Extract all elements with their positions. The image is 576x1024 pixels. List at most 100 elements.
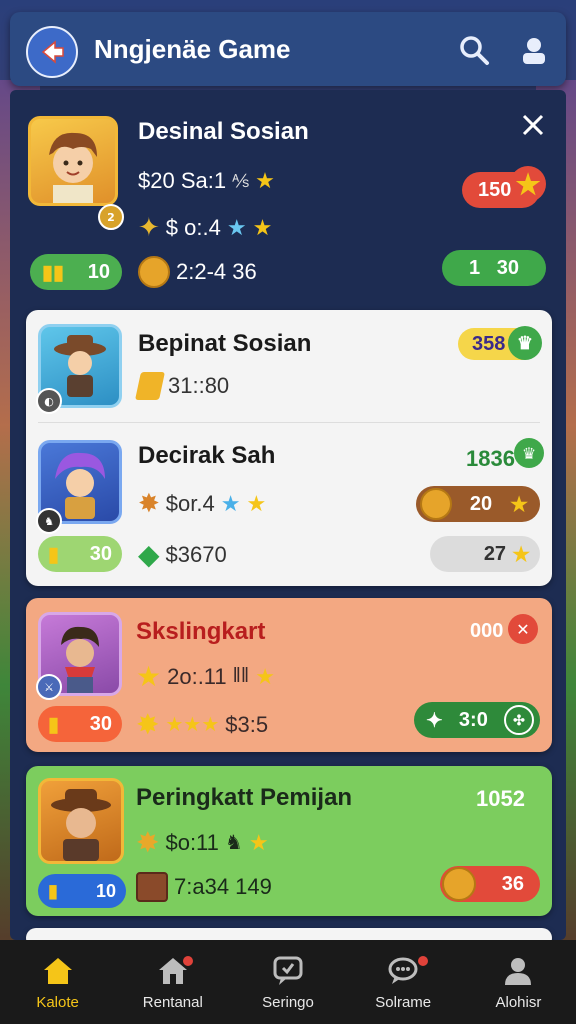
score-badge: 150 ★ xyxy=(462,166,546,208)
user-icon xyxy=(505,957,532,985)
pill-value: 3:0 xyxy=(458,708,488,731)
coin-pill: 36 xyxy=(440,866,540,902)
bars-icon: ▮ xyxy=(48,880,58,901)
nav-item-rentanal[interactable]: Rentanal xyxy=(115,940,230,1024)
stat-line-1: ★ 2o:.11 ǁǁ ★ xyxy=(136,660,275,693)
coin-icon xyxy=(442,867,476,901)
stat-value: $20 Sa:1 xyxy=(138,168,227,193)
star-icon: ★ xyxy=(255,168,275,193)
stat-value: 7:a34 149 xyxy=(174,874,272,899)
list-item[interactable]: ♞ Decirak Sah ✸ $or.4 ★ ★ ◆ $3670 ▮ 30 1… xyxy=(26,422,552,586)
stat-value: $3670 xyxy=(165,541,227,567)
badge-icon: ✸ xyxy=(136,827,160,858)
score-value: 150 xyxy=(478,178,512,201)
star-icon: ★ xyxy=(512,543,530,566)
pill-value: 10 xyxy=(95,880,116,901)
stat-value: 2:2-4 36 xyxy=(176,259,257,284)
gem-icon xyxy=(135,372,165,400)
blue-star-icon: ★ xyxy=(226,214,247,240)
message-icon xyxy=(388,957,418,984)
player-list-card: ◐ Bepinat Sosian 31::80 358 ♛ ♞ Decirak … xyxy=(26,310,552,586)
player-name: Skslingkart xyxy=(136,618,266,645)
target-icon: ✣ xyxy=(503,705,534,735)
list-item[interactable]: ◐ Bepinat Sosian 31::80 358 ♛ xyxy=(26,310,552,422)
player-name: Peringkatt Pemijan xyxy=(136,784,353,811)
close-button[interactable] xyxy=(520,112,546,142)
stat-line-2: ✦ $ o:.4 ★ ★ xyxy=(138,212,272,243)
search-icon xyxy=(460,36,489,65)
blue-star-icon: ★ xyxy=(220,490,241,516)
bars-icon: ▮ xyxy=(48,713,60,736)
sparkle-icon: ✦ xyxy=(426,709,443,732)
pill-value: 1 30 xyxy=(468,256,520,279)
rank-badge-icon: ♞ xyxy=(36,508,62,534)
user-icon xyxy=(523,38,545,64)
nav-label: Alohisr xyxy=(495,993,542,1011)
pill-value: 20 xyxy=(469,492,493,515)
stat-line-2: ◆ $3670 xyxy=(138,538,227,571)
pill-value: 36 xyxy=(501,872,524,895)
score-value: 1836 xyxy=(466,446,515,471)
emerald-icon: ◆ xyxy=(138,539,160,570)
pill-value: 27 xyxy=(483,542,507,565)
rank-pill: 1 30 xyxy=(442,250,546,286)
rank-pill: 27 ★ xyxy=(430,536,540,572)
notification-dot xyxy=(181,954,196,968)
stat-line-1: ✸ $o:11 ♞ ★ xyxy=(136,826,269,859)
figure-icon: ♞ xyxy=(224,832,243,854)
coin-pill: 20 ★ xyxy=(416,486,540,522)
stat-value: $ o:.4 xyxy=(165,214,221,240)
nav-label: Solrame xyxy=(375,993,432,1011)
star-icon: ★ xyxy=(248,829,269,855)
star-icon: ★ xyxy=(255,663,275,689)
boy-avatar-icon xyxy=(49,132,97,203)
progress-pill: ▮ 30 xyxy=(38,706,122,742)
bars-icon: ▮▮ xyxy=(42,261,65,284)
score-value: 1052 xyxy=(476,786,525,811)
rank-icon: ⅍ xyxy=(232,170,250,191)
score-value: 000 xyxy=(470,620,504,642)
nav-item-seringo[interactable]: Seringo xyxy=(230,940,345,1024)
stat-line-1: $20 Sa:1 ⅍ ★ xyxy=(138,168,275,194)
level-pill: ▮ 10 xyxy=(38,874,126,908)
nav-item-alohisr[interactable]: Alohisr xyxy=(461,940,576,1024)
pill-value: 30 xyxy=(89,542,112,565)
nav-item-solrame[interactable]: Solrame xyxy=(346,940,461,1024)
stat-line-2: 7:a34 149 xyxy=(136,872,272,902)
chat-icon xyxy=(273,956,303,985)
explorer-avatar-icon xyxy=(51,789,111,861)
back-button[interactable] xyxy=(26,26,78,78)
star-icon: ★ xyxy=(246,490,267,516)
close-icon xyxy=(522,114,544,136)
profile-button[interactable] xyxy=(516,32,552,68)
stat-line-3: 2:2-4 36 xyxy=(138,256,257,288)
app-header: Nngjenäe Game xyxy=(10,12,566,86)
stat-value: $3:5 xyxy=(225,711,269,737)
star-icon: ★ xyxy=(510,166,546,202)
pill-value: 10 xyxy=(87,260,110,283)
nav-item-kalote[interactable]: Kalote xyxy=(0,940,115,1024)
rank-badge-icon: ◐ xyxy=(36,388,62,414)
level-badge: 2 xyxy=(98,204,124,230)
player-card-highlighted[interactable]: ⚔ Skslingkart ★ 2o:.11 ǁǁ ★ ✸ ★★★ $3:5 ▮… xyxy=(26,598,552,752)
page-title: Nngjenäe Game xyxy=(94,34,291,64)
nav-label: Rentanal xyxy=(142,993,203,1011)
stars-rating-icon: ★★★ xyxy=(165,714,220,736)
coin-icon xyxy=(420,488,452,520)
pill-value: 30 xyxy=(89,712,112,735)
progress-pill: ▮ 30 xyxy=(38,536,122,572)
rank-pill: ✦ 3:0 ✣ xyxy=(414,702,540,738)
trophy-icon: ♛ xyxy=(508,326,542,360)
badge-star-icon: ✸ xyxy=(136,709,160,740)
player-name: Desinal Sosian xyxy=(138,118,309,145)
stat-line-2: ✸ ★★★ $3:5 xyxy=(136,708,268,741)
search-button[interactable] xyxy=(456,32,492,68)
bottom-navigation: Kalote Rentanal Seringo Solrame Alohisr xyxy=(0,940,576,1024)
featured-player-card[interactable]: 2 Desinal Sosian $20 Sa:1 ⅍ ★ ✦ $ o:.4 ★… xyxy=(22,100,552,300)
player-name: Decirak Sah xyxy=(138,442,276,469)
score-value: 358 xyxy=(472,332,506,355)
player-card-green[interactable]: ▮ 10 Peringkatt Pemijan ✸ $o:11 ♞ ★ 7:a3… xyxy=(26,766,552,916)
nav-label: Kalote xyxy=(36,993,79,1011)
badge-icon: ✸ xyxy=(138,488,160,518)
notification-dot xyxy=(415,954,430,968)
